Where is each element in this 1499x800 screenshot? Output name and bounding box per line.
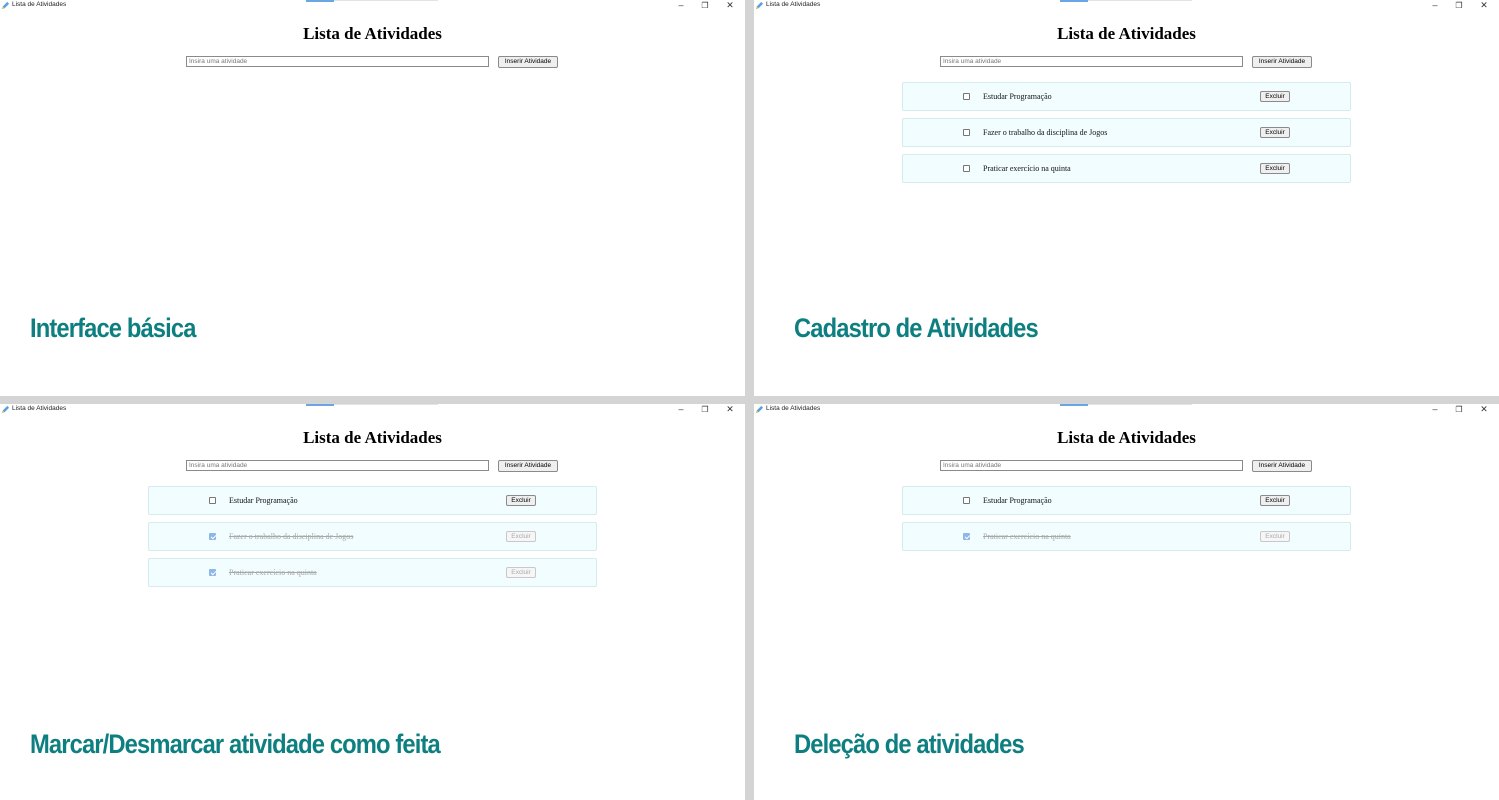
restore-icon[interactable]: ❐ xyxy=(1453,404,1465,415)
tab-indicator xyxy=(1060,404,1088,406)
tab-strip xyxy=(334,0,438,1)
delete-task-button[interactable]: Excluir xyxy=(1260,127,1290,138)
delete-task-button[interactable]: Excluir xyxy=(1260,91,1290,102)
pencil-icon xyxy=(1,405,10,414)
tab-strip xyxy=(334,404,438,405)
task-input[interactable] xyxy=(940,56,1243,67)
task-list: Estudar Programação Excluir Fazer o trabal… xyxy=(148,486,597,594)
task-item: Estudar Programação Excluir xyxy=(902,486,1351,515)
caption: Marcar/Desmarcar atividade como feita xyxy=(30,729,441,759)
task-text: Fazer o trabalho da disciplina de Jogos xyxy=(229,532,354,541)
tab-indicator xyxy=(306,404,334,406)
task-list: Estudar Programação Excluir Fazer o trabal… xyxy=(902,82,1351,190)
close-icon[interactable]: ✕ xyxy=(1478,0,1490,11)
task-item: Fazer o trabalho da disciplina de Jogos E… xyxy=(902,118,1351,147)
panel-cadastro: Lista de Atividades – ❐ ✕ Lista de Ativi… xyxy=(754,0,1499,396)
pencil-icon xyxy=(755,1,764,10)
caption: Cadastro de Atividades xyxy=(794,313,1039,343)
task-checkbox[interactable] xyxy=(963,165,970,172)
task-text: Estudar Programação xyxy=(983,92,1052,101)
task-item: Praticar exercício na quinta Excluir xyxy=(902,154,1351,183)
tab-indicator xyxy=(1060,0,1088,2)
window-titlebar: Lista de Atividades – ❐ ✕ xyxy=(754,0,1499,13)
delete-task-button[interactable]: Excluir xyxy=(1260,495,1290,506)
task-text: Praticar exercício na quinta xyxy=(983,532,1071,541)
window-titlebar: Lista de Atividades – ❐ ✕ xyxy=(0,404,745,417)
tab-strip xyxy=(1088,404,1192,405)
pencil-icon xyxy=(1,1,10,10)
tab-indicator xyxy=(306,0,334,2)
task-list: Estudar Programação Excluir Praticar exerc… xyxy=(902,486,1351,558)
insert-task-button[interactable]: Inserir Atividade xyxy=(498,56,558,68)
caption: Deleção de atividades xyxy=(794,729,1025,759)
window-titlebar: Lista de Atividades – ❐ ✕ xyxy=(754,404,1499,417)
delete-task-button[interactable]: Excluir xyxy=(506,531,536,542)
page-title: Lista de Atividades xyxy=(1057,428,1196,447)
delete-task-button[interactable]: Excluir xyxy=(506,567,536,578)
page-title: Lista de Atividades xyxy=(303,428,442,447)
task-checkbox[interactable] xyxy=(963,93,970,100)
task-item: Praticar exercício na quinta Excluir xyxy=(902,522,1351,551)
task-item: Praticar exercício na quinta Excluir xyxy=(148,558,597,587)
window-title: Lista de Atividades xyxy=(12,405,67,412)
close-icon[interactable]: ✕ xyxy=(1478,404,1490,415)
task-input[interactable] xyxy=(186,56,489,67)
task-item: Fazer o trabalho da disciplina de Jogos E… xyxy=(148,522,597,551)
minimize-icon[interactable]: – xyxy=(675,0,687,11)
delete-task-button[interactable]: Excluir xyxy=(1260,531,1290,542)
task-item: Estudar Programação Excluir xyxy=(902,82,1351,111)
delete-task-button[interactable]: Excluir xyxy=(506,495,536,506)
panel-interface-basica: Lista de Atividades – ❐ ✕ Lista de Ativi… xyxy=(0,0,745,396)
task-checkbox[interactable] xyxy=(209,497,216,504)
insert-task-button[interactable]: Inserir Atividade xyxy=(498,460,558,472)
task-text: Estudar Programação xyxy=(229,496,298,505)
task-checkbox[interactable] xyxy=(963,497,970,504)
insert-task-button[interactable]: Inserir Atividade xyxy=(1252,460,1312,472)
close-icon[interactable]: ✕ xyxy=(724,404,736,415)
caption: Interface básica xyxy=(30,313,196,343)
window-title: Lista de Atividades xyxy=(12,1,67,8)
pencil-icon xyxy=(755,405,764,414)
task-text: Fazer o trabalho da disciplina de Jogos xyxy=(983,128,1108,137)
window-title: Lista de Atividades xyxy=(766,405,821,412)
window-titlebar: Lista de Atividades – ❐ ✕ xyxy=(0,0,745,13)
tab-strip xyxy=(1088,0,1192,1)
minimize-icon[interactable]: – xyxy=(675,404,687,415)
task-item: Estudar Programação Excluir xyxy=(148,486,597,515)
task-checkbox[interactable] xyxy=(963,533,970,540)
task-input[interactable] xyxy=(186,460,489,471)
close-icon[interactable]: ✕ xyxy=(724,0,736,11)
window-title: Lista de Atividades xyxy=(766,1,821,8)
restore-icon[interactable]: ❐ xyxy=(699,404,711,415)
task-checkbox[interactable] xyxy=(209,569,216,576)
page-title: Lista de Atividades xyxy=(1057,24,1196,43)
panel-delecao: Lista de Atividades – ❐ ✕ Lista de Ativi… xyxy=(754,404,1499,800)
panel-marcar: Lista de Atividades – ❐ ✕ Lista de Ativi… xyxy=(0,404,745,800)
minimize-icon[interactable]: – xyxy=(1429,0,1441,11)
delete-task-button[interactable]: Excluir xyxy=(1260,163,1290,174)
minimize-icon[interactable]: – xyxy=(1429,404,1441,415)
task-input[interactable] xyxy=(940,460,1243,471)
task-text: Praticar exercício na quinta xyxy=(229,568,317,577)
page-title: Lista de Atividades xyxy=(303,24,442,43)
restore-icon[interactable]: ❐ xyxy=(699,0,711,11)
task-checkbox[interactable] xyxy=(963,129,970,136)
task-text: Praticar exercício na quinta xyxy=(983,164,1071,173)
insert-task-button[interactable]: Inserir Atividade xyxy=(1252,56,1312,68)
task-text: Estudar Programação xyxy=(983,496,1052,505)
restore-icon[interactable]: ❐ xyxy=(1453,0,1465,11)
task-checkbox[interactable] xyxy=(209,533,216,540)
